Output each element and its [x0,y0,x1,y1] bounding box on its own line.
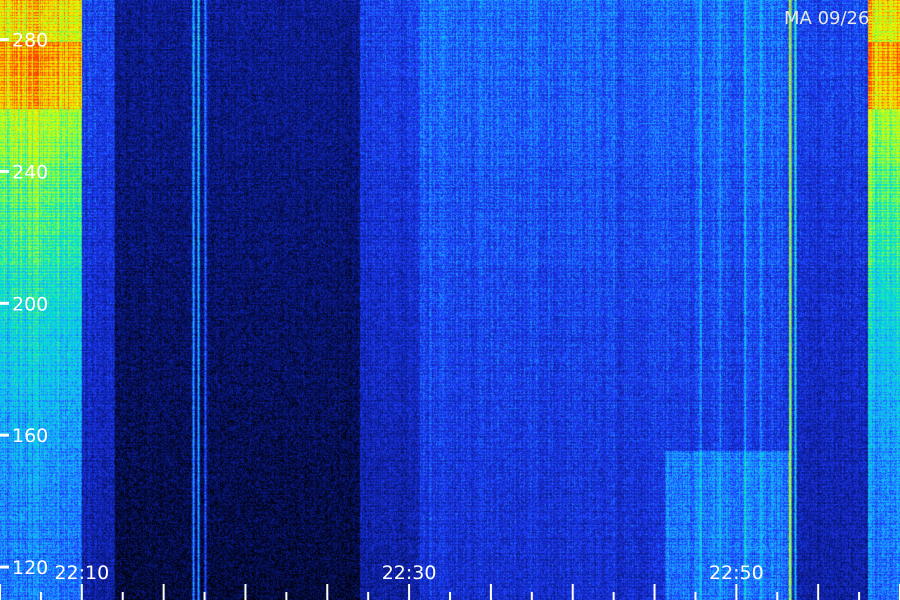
x-tick-label: 22:10 [54,562,109,584]
y-tick-label: 200 [12,293,48,315]
x-tick-label: 22:30 [382,562,437,584]
y-tick-label: 280 [12,30,48,52]
y-axis: 120 160 200 240 280 [0,30,48,579]
y-tick-label: 160 [12,425,48,447]
spectrogram-viewer: 120 160 200 240 280 22:10 22:30 22:50 MA 09/26 [0,0,900,600]
x-tick-label: 22:50 [709,562,764,584]
y-tick-label: 120 [12,557,48,579]
axes-layer: 120 160 200 240 280 22:10 22:30 22:50 MA 09/26 [0,8,900,600]
y-tick-label: 240 [12,161,48,183]
station-date-stamp: MA 09/26 [784,8,869,29]
x-axis: 22:10 22:30 22:50 [0,562,900,600]
